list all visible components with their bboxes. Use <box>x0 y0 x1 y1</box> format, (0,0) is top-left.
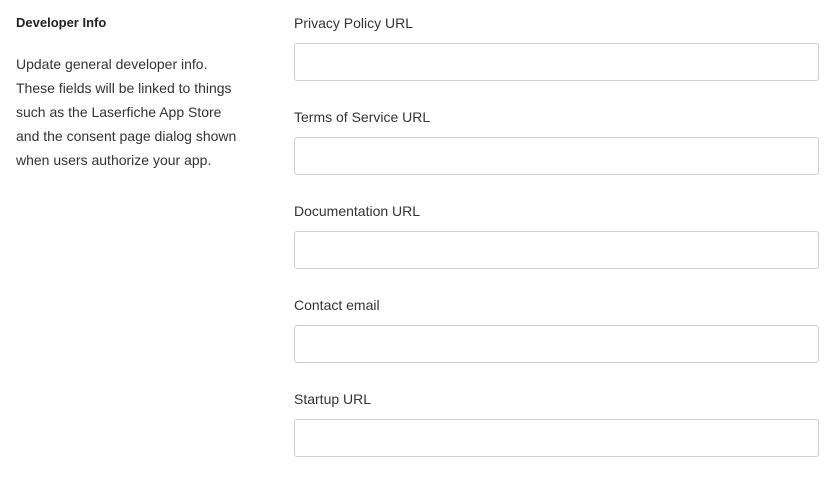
terms-of-service-url-label: Terms of Service URL <box>294 109 431 125</box>
terms-of-service-url-field: Terms of Service URL <box>294 108 819 202</box>
section-info: Developer Info Update general developer … <box>16 14 241 172</box>
section-title: Developer Info <box>16 15 107 30</box>
documentation-url-field: Documentation URL <box>294 202 819 296</box>
startup-url-input[interactable] <box>294 419 819 457</box>
privacy-policy-url-field: Privacy Policy URL <box>294 14 819 108</box>
developer-info-form: Privacy Policy URL Terms of Service URL … <box>294 14 819 484</box>
contact-email-input[interactable] <box>294 325 819 363</box>
startup-url-field: Startup URL <box>294 390 819 484</box>
documentation-url-input[interactable] <box>294 231 819 269</box>
contact-email-field: Contact email <box>294 296 819 390</box>
startup-url-label: Startup URL <box>294 391 372 407</box>
contact-email-label: Contact email <box>294 297 380 313</box>
terms-of-service-url-input[interactable] <box>294 137 819 175</box>
privacy-policy-url-label: Privacy Policy URL <box>294 15 414 31</box>
privacy-policy-url-input[interactable] <box>294 43 819 81</box>
section-description: Update general developer info. These fie… <box>16 56 237 168</box>
documentation-url-label: Documentation URL <box>294 203 421 219</box>
